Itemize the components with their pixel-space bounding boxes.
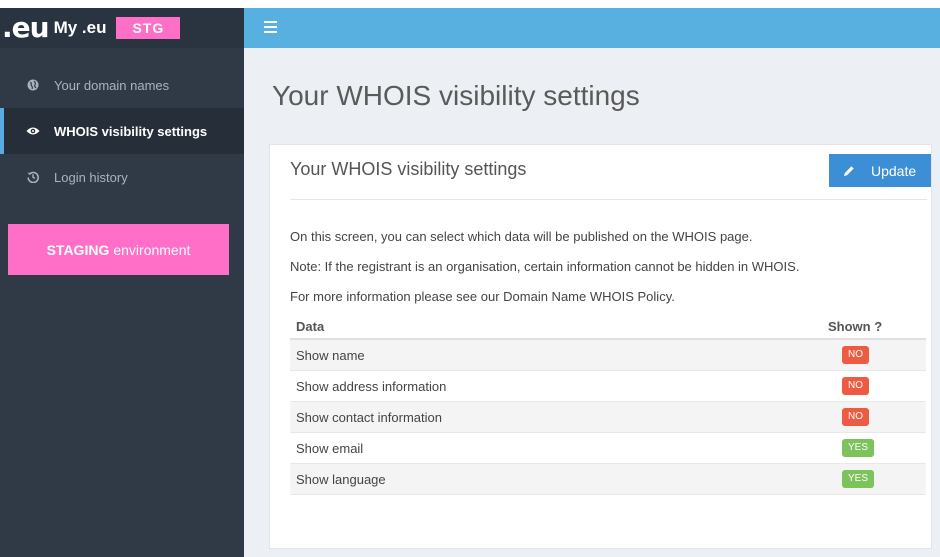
- top-header: [244, 8, 940, 48]
- globe-icon: [26, 78, 40, 92]
- visibility-badge[interactable]: NO: [842, 346, 869, 364]
- pencil-icon: [843, 165, 855, 177]
- row-label: Show language: [296, 471, 386, 487]
- table-row: Show contact information NO: [290, 402, 926, 433]
- visibility-badge[interactable]: NO: [842, 408, 869, 426]
- row-label: Show name: [296, 347, 365, 363]
- eye-icon: [26, 124, 40, 138]
- staging-rest: environment: [113, 241, 191, 258]
- row-label: Show contact information: [296, 409, 442, 425]
- table-row: Show email YES: [290, 433, 926, 464]
- stg-badge: STG: [116, 17, 181, 39]
- history-icon: [26, 170, 40, 184]
- page-title: Your WHOIS visibility settings: [272, 80, 640, 111]
- sidebar-item-login-history[interactable]: Login history: [0, 154, 244, 200]
- eu-logo: .eu: [2, 11, 50, 44]
- panel-title: Your WHOIS visibility settings: [290, 159, 527, 179]
- sidebar: .eu My .eu STG Your domain names WHOIS v…: [0, 8, 244, 557]
- sidebar-item-label: Login history: [54, 169, 128, 185]
- visibility-badge[interactable]: YES: [842, 439, 875, 457]
- staging-bold: STAGING: [46, 241, 110, 258]
- info-text-2: Note: If the registrant is an organisati…: [290, 259, 800, 274]
- whois-visibility-table: Data Shown ? Show name NO Show address i…: [290, 314, 926, 495]
- menu-toggle-icon[interactable]: [264, 21, 277, 35]
- sidebar-item-label: WHOIS visibility settings: [54, 123, 208, 139]
- info-text-3: For more information please see our Doma…: [290, 289, 675, 304]
- update-button[interactable]: Update: [829, 154, 931, 187]
- brand-name: My .eu: [53, 18, 107, 37]
- brand[interactable]: .eu My .eu STG: [0, 8, 244, 48]
- table-header: Data Shown ?: [290, 314, 926, 340]
- top-strip-right: [244, 0, 940, 8]
- whois-settings-panel: Your WHOIS visibility settings Update On…: [269, 144, 932, 549]
- table-row: Show language YES: [290, 464, 926, 495]
- panel-divider: [290, 199, 927, 200]
- staging-environment-banner: STAGING environment: [8, 224, 229, 275]
- sidebar-item-whois-visibility[interactable]: WHOIS visibility settings: [0, 108, 244, 154]
- sidebar-item-domain-names[interactable]: Your domain names: [0, 62, 244, 108]
- sidebar-item-label: Your domain names: [54, 77, 170, 93]
- visibility-badge[interactable]: YES: [842, 470, 875, 488]
- table-row: Show name NO: [290, 340, 926, 371]
- table-row: Show address information NO: [290, 371, 926, 402]
- row-label: Show address information: [296, 378, 447, 394]
- update-button-label: Update: [871, 162, 917, 179]
- row-label: Show email: [296, 440, 364, 456]
- column-header-shown: Shown ?: [828, 318, 883, 334]
- table-body: Show name NO Show address information NO…: [290, 340, 926, 495]
- column-header-data: Data: [296, 318, 325, 334]
- visibility-badge[interactable]: NO: [842, 377, 869, 395]
- top-strip-left: [0, 0, 244, 8]
- sidebar-nav: Your domain names WHOIS visibility setti…: [0, 62, 244, 200]
- main-content: Your WHOIS visibility settings Your WHOI…: [244, 48, 940, 557]
- info-text-1: On this screen, you can select which dat…: [290, 229, 753, 244]
